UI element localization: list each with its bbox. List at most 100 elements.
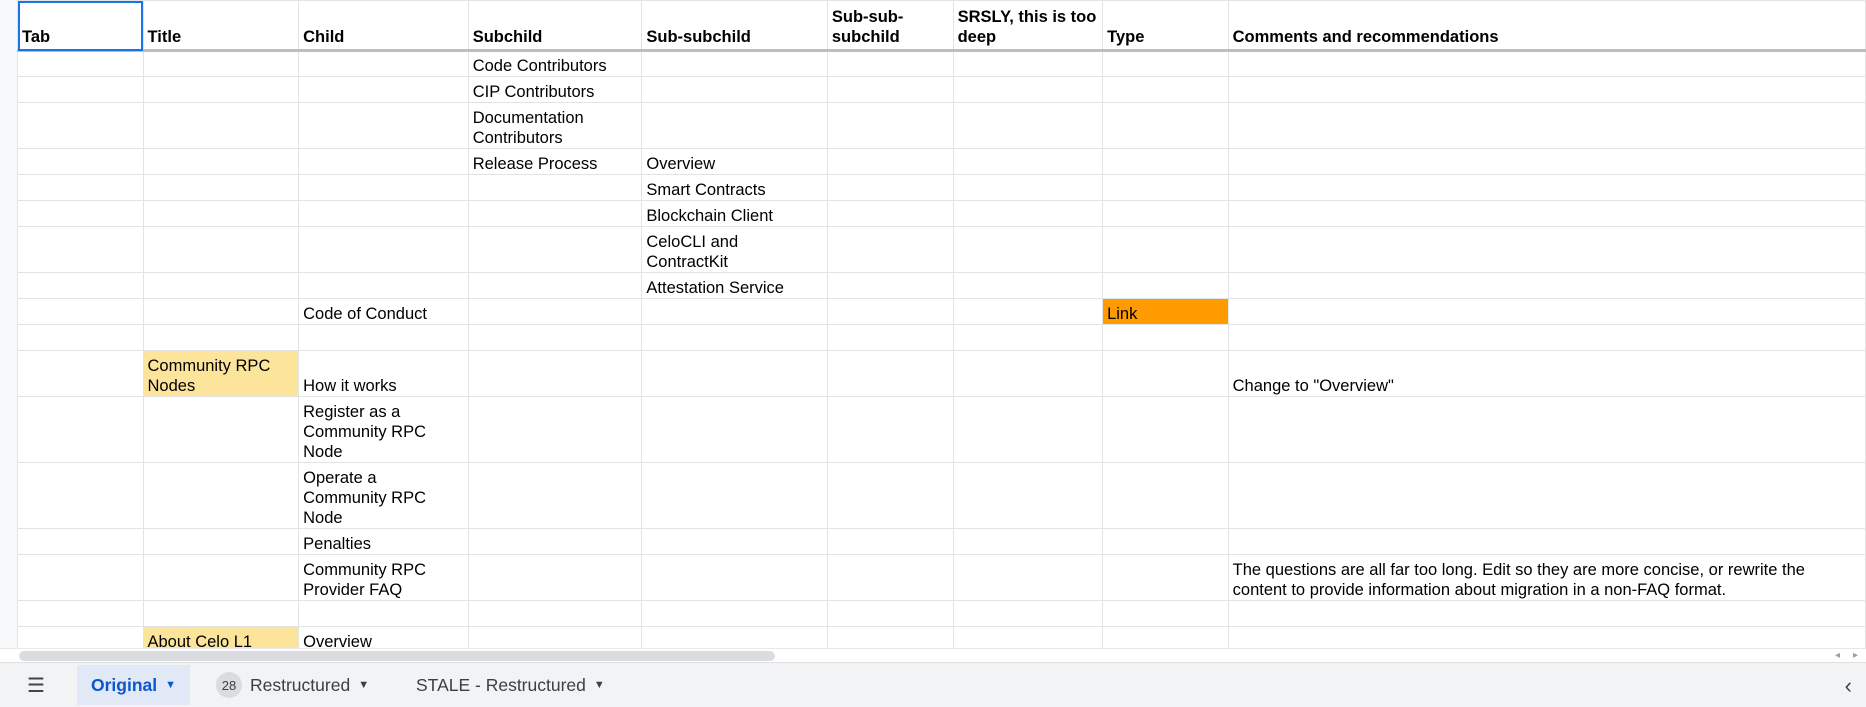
cell-sub-subchild[interactable]: [641, 600, 828, 627]
cell-title[interactable]: [142, 50, 300, 77]
header-cell-child[interactable]: Child: [298, 0, 469, 52]
cell-subchild[interactable]: [467, 462, 643, 529]
cell-tab[interactable]: [17, 200, 144, 227]
cell-child[interactable]: [298, 600, 469, 627]
cell-tab[interactable]: [17, 148, 144, 175]
cell-sub-sub-subchild[interactable]: [826, 174, 954, 201]
sheet-tab-stale-restructured[interactable]: STALE - Restructured ▼: [402, 665, 619, 705]
cell-child[interactable]: Overview: [298, 626, 469, 648]
cell-child[interactable]: [298, 102, 469, 149]
cell-subchild[interactable]: [467, 200, 643, 227]
cell-type[interactable]: [1102, 272, 1229, 299]
cell-srsly[interactable]: [952, 50, 1104, 77]
caret-down-icon[interactable]: ▼: [165, 679, 176, 691]
cell-subchild[interactable]: [467, 272, 643, 299]
cell-tab[interactable]: [17, 50, 144, 77]
cell-title[interactable]: [142, 102, 300, 149]
header-cell-comments[interactable]: Comments and recommendations: [1227, 0, 1866, 52]
cell-subchild[interactable]: [467, 600, 643, 627]
cell-sub-subchild[interactable]: [641, 298, 828, 325]
chevron-left-icon[interactable]: ‹: [1845, 673, 1852, 699]
cell-sub-subchild[interactable]: [641, 554, 828, 601]
cell-title[interactable]: [142, 554, 300, 601]
cell-comments[interactable]: [1227, 50, 1866, 77]
cell-tab[interactable]: [17, 600, 144, 627]
sheet-tab-restructured[interactable]: 28 Restructured ▼: [202, 665, 383, 705]
cell-child[interactable]: Register as a Community RPC Node: [298, 396, 469, 463]
cell-comments[interactable]: [1227, 272, 1866, 299]
cell-srsly[interactable]: [952, 554, 1104, 601]
cell-comments[interactable]: [1227, 396, 1866, 463]
cell-sub-subchild[interactable]: [641, 350, 828, 397]
header-cell-subchild[interactable]: Subchild: [467, 0, 643, 52]
cell-child[interactable]: [298, 174, 469, 201]
cell-srsly[interactable]: [952, 626, 1104, 648]
cell-comments[interactable]: [1227, 76, 1866, 103]
horizontal-scrollbar[interactable]: ◂ ▸: [0, 648, 1866, 663]
cell-child[interactable]: Code of Conduct: [298, 298, 469, 325]
cell-type[interactable]: [1102, 600, 1229, 627]
cell-child[interactable]: [298, 50, 469, 77]
cell-srsly[interactable]: [952, 76, 1104, 103]
cell-tab[interactable]: [17, 272, 144, 299]
cell-title[interactable]: [142, 528, 300, 555]
cell-type[interactable]: [1102, 324, 1229, 351]
cell-subchild[interactable]: Release Process: [467, 148, 643, 175]
cell-comments[interactable]: [1227, 528, 1866, 555]
header-cell-sub-sub-subchild[interactable]: Sub-sub-subchild: [826, 0, 954, 52]
cell-sub-subchild[interactable]: [641, 396, 828, 463]
cell-type[interactable]: [1102, 50, 1229, 77]
cell-title[interactable]: [142, 226, 300, 273]
cell-tab[interactable]: [17, 462, 144, 529]
cell-title[interactable]: [142, 462, 300, 529]
cell-title[interactable]: [142, 396, 300, 463]
cell-sub-sub-subchild[interactable]: [826, 396, 954, 463]
cell-sub-sub-subchild[interactable]: [826, 600, 954, 627]
header-cell-sub-subchild[interactable]: Sub-subchild: [641, 0, 828, 52]
caret-down-icon[interactable]: ▼: [358, 679, 369, 691]
cell-subchild[interactable]: [467, 626, 643, 648]
cell-srsly[interactable]: [952, 200, 1104, 227]
cell-type[interactable]: [1102, 396, 1229, 463]
cell-title[interactable]: [142, 76, 300, 103]
cell-sub-sub-subchild[interactable]: [826, 50, 954, 77]
cell-srsly[interactable]: [952, 350, 1104, 397]
cell-sub-subchild[interactable]: CeloCLI and ContractKit: [641, 226, 828, 273]
row-header-strip[interactable]: [0, 0, 18, 648]
cell-title[interactable]: Community RPC Nodes: [142, 350, 300, 397]
cell-comments[interactable]: [1227, 200, 1866, 227]
cell-srsly[interactable]: [952, 272, 1104, 299]
cell-type[interactable]: [1102, 174, 1229, 201]
cell-srsly[interactable]: [952, 462, 1104, 529]
cell-subchild[interactable]: [467, 554, 643, 601]
cell-srsly[interactable]: [952, 396, 1104, 463]
cell-comments[interactable]: [1227, 148, 1866, 175]
scrollbar-thumb[interactable]: [19, 651, 775, 661]
cell-title[interactable]: [142, 174, 300, 201]
cell-sub-subchild[interactable]: [641, 102, 828, 149]
cell-comments[interactable]: The questions are all far too long. Edit…: [1227, 554, 1866, 601]
cell-sub-sub-subchild[interactable]: [826, 528, 954, 555]
cell-child[interactable]: [298, 76, 469, 103]
cell-tab[interactable]: [17, 102, 144, 149]
cell-comments[interactable]: Change to "Overview": [1227, 350, 1866, 397]
cell-title[interactable]: [142, 148, 300, 175]
cell-sub-sub-subchild[interactable]: [826, 226, 954, 273]
header-cell-tab[interactable]: Tab: [17, 0, 144, 52]
cell-comments[interactable]: [1227, 174, 1866, 201]
cell-type[interactable]: [1102, 350, 1229, 397]
cell-comments[interactable]: [1227, 626, 1866, 648]
cell-subchild[interactable]: [467, 350, 643, 397]
cell-type[interactable]: [1102, 102, 1229, 149]
cell-sub-subchild[interactable]: Attestation Service: [641, 272, 828, 299]
caret-down-icon[interactable]: ▼: [594, 679, 605, 691]
cell-tab[interactable]: [17, 554, 144, 601]
cell-sub-subchild[interactable]: [641, 50, 828, 77]
cell-sub-sub-subchild[interactable]: [826, 324, 954, 351]
cell-srsly[interactable]: [952, 600, 1104, 627]
cell-tab[interactable]: [17, 626, 144, 648]
cell-type[interactable]: [1102, 462, 1229, 529]
cell-type[interactable]: [1102, 626, 1229, 648]
cell-child[interactable]: [298, 200, 469, 227]
header-cell-title[interactable]: Title: [142, 0, 300, 52]
